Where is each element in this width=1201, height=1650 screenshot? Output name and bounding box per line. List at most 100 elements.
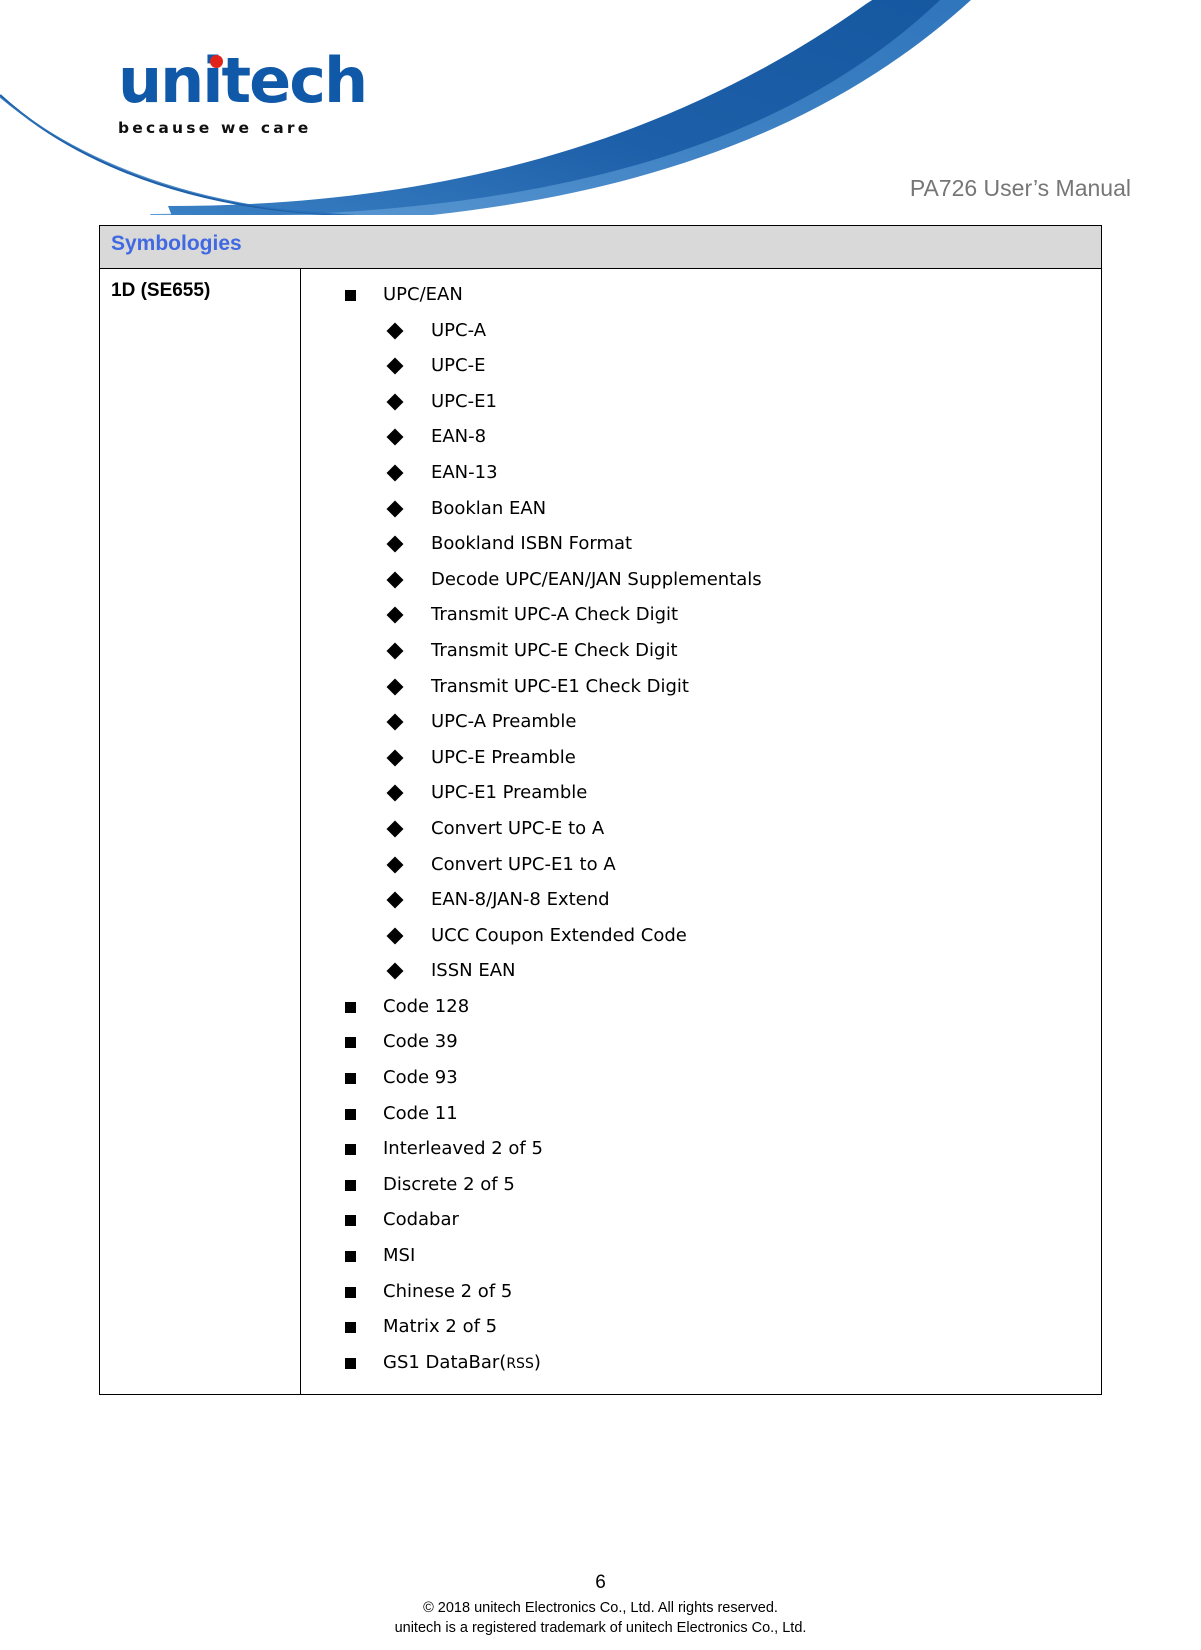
logo-red-dot-icon <box>210 55 223 68</box>
list-item: UCC Coupon Extended Code <box>301 918 1101 954</box>
list-item: UPC-E1 Preamble <box>301 775 1101 811</box>
list-item: Discrete 2 of 5 <box>301 1167 1101 1203</box>
list-item: Code 93 <box>301 1060 1101 1096</box>
list-item-label: UPC-E1 <box>431 390 497 412</box>
list-item-label: UPC-A <box>431 319 487 341</box>
logo-tagline: because we care <box>118 119 312 137</box>
list-item: Code 11 <box>301 1096 1101 1132</box>
page-header: unitech because we care PA726 User’s Man… <box>0 0 1201 215</box>
diamond-bullet-icon <box>386 500 404 518</box>
list-item-label: Bookland ISBN Format <box>431 533 633 555</box>
list-item: Convert UPC-E to A <box>301 811 1101 847</box>
list-item-label: Discrete 2 of 5 <box>383 1173 515 1195</box>
list-item-label: Transmit UPC-A Check Digit <box>431 604 679 626</box>
list-item: UPC-A Preamble <box>301 704 1101 740</box>
list-item-label: UPC-E Preamble <box>431 746 576 768</box>
diamond-bullet-icon <box>386 464 404 482</box>
list-item: Convert UPC-E1 to A <box>301 847 1101 883</box>
diamond-bullet-icon <box>386 962 404 980</box>
diamond-bullet-icon <box>386 678 404 696</box>
section-header-cell: Symbologies <box>98 225 1103 269</box>
list-item: Codabar <box>301 1202 1101 1238</box>
list-item: EAN-8/JAN-8 Extend <box>301 882 1101 918</box>
list-item-label: EAN-13 <box>431 461 498 483</box>
list-item: ISSN EAN <box>301 953 1101 989</box>
square-bullet-icon <box>345 1108 356 1120</box>
list-item-label: Booklan EAN <box>431 497 547 519</box>
square-bullet-icon <box>345 1037 356 1049</box>
list-item: Transmit UPC-E Check Digit <box>301 633 1101 669</box>
list-item-label: EAN-8 <box>431 426 487 448</box>
row-label-cell: 1D (SE655) <box>99 267 301 1396</box>
copyright-line: © 2018 unitech Electronics Co., Ltd. All… <box>423 1600 778 1616</box>
list-item-label: UPC/EAN <box>383 284 463 305</box>
list-item-label: EAN-8/JAN-8 Extend <box>431 889 610 911</box>
symbology-list: UPC/EAN UPC-A UPC-E UPC-E1 EAN-8 EAN-13 Bookla… <box>301 277 1101 1380</box>
diamond-bullet-icon <box>386 428 404 446</box>
manual-title: PA726 User’s Manual <box>909 175 1131 201</box>
list-item: UPC/EAN <box>301 277 1101 313</box>
logo-wordmark: unitech <box>118 44 368 117</box>
diamond-bullet-icon <box>386 571 404 589</box>
diamond-bullet-icon <box>386 784 404 802</box>
list-item: Booklan EAN <box>301 491 1101 527</box>
list-item-label-suffix: RSS <box>506 1355 534 1372</box>
diamond-bullet-icon <box>386 820 404 838</box>
page-footer: 6 © 2018 unitech Electronics Co., Ltd. A… <box>0 1570 1201 1638</box>
list-item: EAN-13 <box>301 455 1101 491</box>
diamond-bullet-icon <box>386 891 404 909</box>
unitech-logo: unitech because we care <box>118 44 388 144</box>
square-bullet-icon <box>345 290 356 301</box>
list-item: MSI <box>301 1238 1101 1274</box>
list-item: GS1 DataBar(RSS) <box>301 1345 1101 1381</box>
list-item-label: Codabar <box>383 1209 459 1231</box>
list-item-label: Transmit UPC-E1 Check Digit <box>431 675 689 697</box>
list-item-label: Interleaved 2 of 5 <box>383 1138 543 1160</box>
list-item: Interleaved 2 of 5 <box>301 1131 1101 1167</box>
list-item-label: Code 128 <box>383 995 470 1017</box>
square-bullet-icon <box>345 1322 356 1334</box>
list-item-label: Transmit UPC-E Check Digit <box>431 639 678 661</box>
square-bullet-icon <box>345 1286 356 1298</box>
diamond-bullet-icon <box>386 322 404 340</box>
list-item: UPC-E Preamble <box>301 740 1101 776</box>
list-item: Code 39 <box>301 1024 1101 1060</box>
list-item-label: GS1 DataBar( <box>383 1351 507 1373</box>
list-item: Decode UPC/EAN/JAN Supplementals <box>301 562 1101 598</box>
list-item: Code 128 <box>301 989 1101 1025</box>
list-item-label: UCC Coupon Extended Code <box>431 924 687 946</box>
table-row: 1D (SE655) UPC/EAN UPC-A UPC-E UPC-E1 EAN-8 E… <box>99 267 1103 1396</box>
list-item-label: Convert UPC-E to A <box>431 817 605 839</box>
square-bullet-icon <box>345 1215 356 1227</box>
diamond-bullet-icon <box>386 749 404 767</box>
row-content-cell: UPC/EAN UPC-A UPC-E UPC-E1 EAN-8 EAN-13 Bookla… <box>299 267 1103 1396</box>
diamond-bullet-icon <box>386 856 404 873</box>
list-item: Chinese 2 of 5 <box>301 1274 1101 1310</box>
diamond-bullet-icon <box>386 393 404 411</box>
symbologies-spec-table: Symbologies 1D (SE655) UPC/EAN UPC-A UPC-E… <box>98 225 1103 1396</box>
list-item-label-tail: ) <box>533 1351 541 1373</box>
list-item-label: Code 39 <box>383 1031 458 1053</box>
list-item-label: Code 93 <box>383 1067 458 1089</box>
list-item: Transmit UPC-E1 Check Digit <box>301 669 1101 705</box>
diamond-bullet-icon <box>386 357 404 375</box>
section-header-label: Symbologies <box>111 232 242 255</box>
trademark-line: unitech is a registered trademark of uni… <box>394 1620 807 1636</box>
list-item: Matrix 2 of 5 <box>301 1309 1101 1345</box>
list-item-label: Matrix 2 of 5 <box>383 1316 498 1338</box>
square-bullet-icon <box>345 1073 356 1085</box>
list-item-label: UPC-A Preamble <box>431 711 577 733</box>
list-item-label: MSI <box>383 1245 416 1267</box>
page-number: 6 <box>595 1572 606 1593</box>
diamond-bullet-icon <box>386 713 404 731</box>
square-bullet-icon <box>345 1001 356 1013</box>
list-item: EAN-8 <box>301 419 1101 455</box>
list-item: Transmit UPC-A Check Digit <box>301 597 1101 633</box>
diamond-bullet-icon <box>386 606 404 624</box>
list-item: UPC-E1 <box>301 384 1101 420</box>
list-item: UPC-A <box>301 313 1101 349</box>
square-bullet-icon <box>345 1251 356 1263</box>
list-item-label: UPC-E1 Preamble <box>431 782 588 804</box>
diamond-bullet-icon <box>386 642 404 660</box>
list-item: UPC-E <box>301 348 1101 384</box>
